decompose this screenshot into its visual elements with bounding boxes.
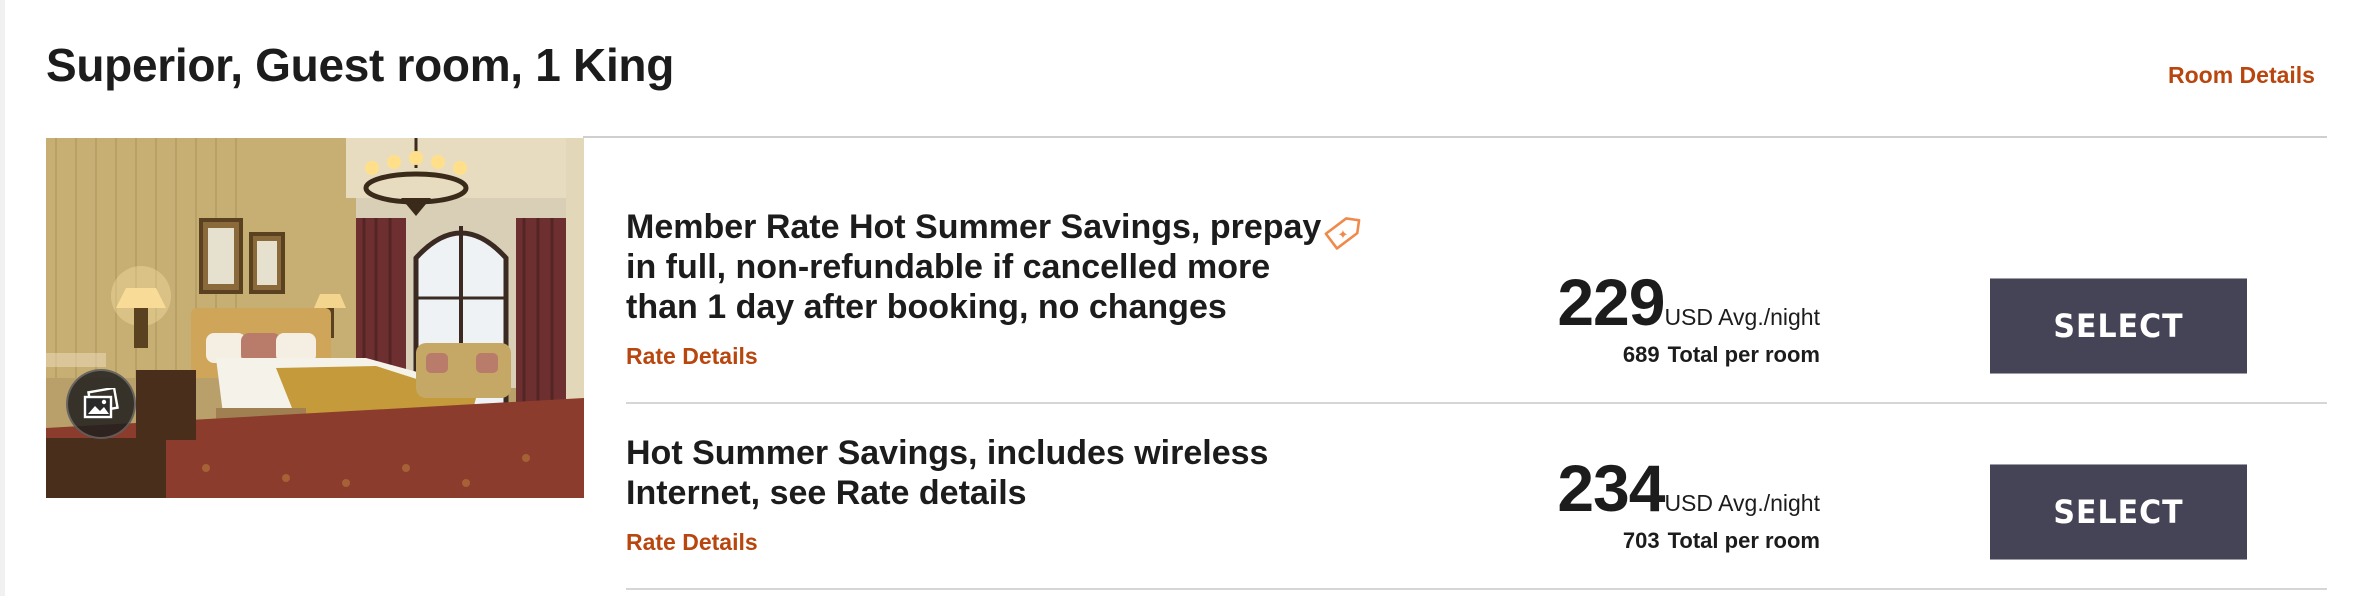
select-rate-button[interactable]: SELECT <box>1990 278 2247 374</box>
rate-title-hot-summer: Hot Summer Savings, includes wireless In… <box>626 434 1269 512</box>
price-amount: 234 <box>1557 451 1665 525</box>
price-unit: USD Avg./night <box>1664 304 1820 330</box>
divider <box>583 136 2327 138</box>
total-label: Total per room <box>1667 528 1820 553</box>
total-amount: 689 <box>1622 342 1660 367</box>
rate-details-link[interactable]: Rate Details <box>626 343 758 370</box>
room-photo[interactable] <box>46 138 584 498</box>
left-edge-divider <box>0 0 5 596</box>
total-amount: 703 <box>1622 528 1660 553</box>
rate-title-member-hot-summer: Member Rate Hot Summer Savings, prepay i… <box>626 208 1322 326</box>
room-details-link[interactable]: Room Details <box>2168 62 2315 89</box>
select-rate-button[interactable]: SELECT <box>1990 464 2247 560</box>
price-amount: 229 <box>1557 265 1665 339</box>
divider <box>626 402 2327 404</box>
divider <box>626 588 2327 590</box>
image-gallery-icon <box>83 388 119 419</box>
room-title: Superior, Guest room, 1 King <box>46 39 675 91</box>
rate-price: 234USD Avg./night 703 Total per room <box>1360 450 1820 554</box>
room-rate-card: Superior, Guest room, 1 King Room Detail… <box>0 0 2362 596</box>
photo-gallery-button[interactable] <box>66 369 136 439</box>
total-label: Total per room <box>1667 342 1820 367</box>
member-rate-tag-icon: ✦ <box>1324 217 1361 250</box>
rate-details-link[interactable]: Rate Details <box>626 529 758 556</box>
svg-text:✦: ✦ <box>1338 228 1349 243</box>
price-unit: USD Avg./night <box>1664 490 1820 516</box>
rate-price: 229USD Avg./night 689 Total per room <box>1360 264 1820 368</box>
